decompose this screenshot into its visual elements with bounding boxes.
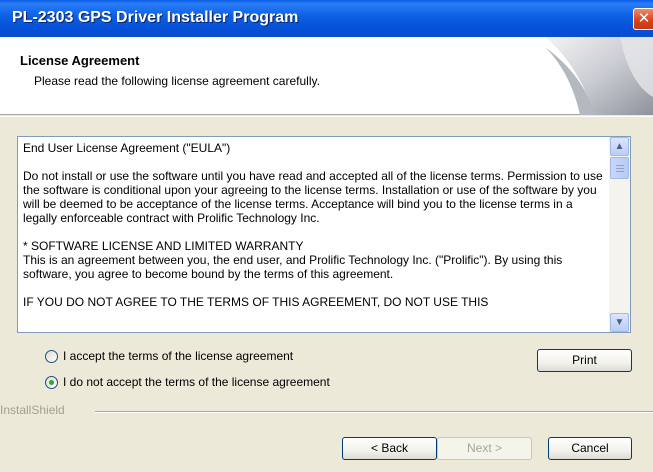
grip-line [616, 168, 624, 169]
cancel-button[interactable]: Cancel [548, 437, 632, 460]
accept-option[interactable]: I accept the terms of the license agreem… [45, 349, 293, 363]
installer-window: PL-2303 GPS Driver Installer Program ✕ L… [0, 0, 653, 472]
license-text: End User License Agreement ("EULA") Do n… [23, 141, 603, 309]
grip-line [616, 165, 624, 166]
vertical-scrollbar[interactable]: ▲ ▼ [609, 137, 630, 332]
next-button[interactable]: Next > [437, 437, 532, 460]
page-subtitle: Please read the following license agreem… [34, 74, 320, 88]
decline-radio[interactable] [45, 375, 58, 389]
chevron-up-icon: ▲ [614, 141, 625, 152]
installshield-brand: InstallShield [0, 403, 65, 417]
close-icon: ✕ [637, 10, 651, 27]
footer-divider [95, 411, 653, 413]
chevron-down-icon: ▼ [614, 317, 625, 328]
window-title: PL-2303 GPS Driver Installer Program [12, 9, 299, 26]
decline-option[interactable]: I do not accept the terms of the license… [45, 375, 330, 389]
header-divider [0, 116, 653, 117]
decline-label: I do not accept the terms of the license… [63, 375, 330, 389]
close-button[interactable]: ✕ [633, 8, 653, 30]
wizard-header: License Agreement Please read the follow… [0, 37, 653, 115]
back-button[interactable]: < Back [342, 437, 437, 460]
accept-radio[interactable] [45, 349, 58, 363]
scroll-up-button[interactable]: ▲ [610, 137, 629, 156]
grip-line [616, 171, 624, 172]
scroll-down-button[interactable]: ▼ [610, 313, 629, 332]
page-title: License Agreement [20, 53, 140, 68]
accept-label: I accept the terms of the license agreem… [63, 349, 294, 363]
scroll-thumb[interactable] [610, 157, 629, 179]
title-bar[interactable]: PL-2303 GPS Driver Installer Program ✕ [0, 0, 653, 37]
print-button[interactable]: Print [537, 349, 632, 372]
wizard-graphic-icon [545, 37, 653, 115]
license-text-box[interactable]: End User License Agreement ("EULA") Do n… [17, 136, 631, 333]
